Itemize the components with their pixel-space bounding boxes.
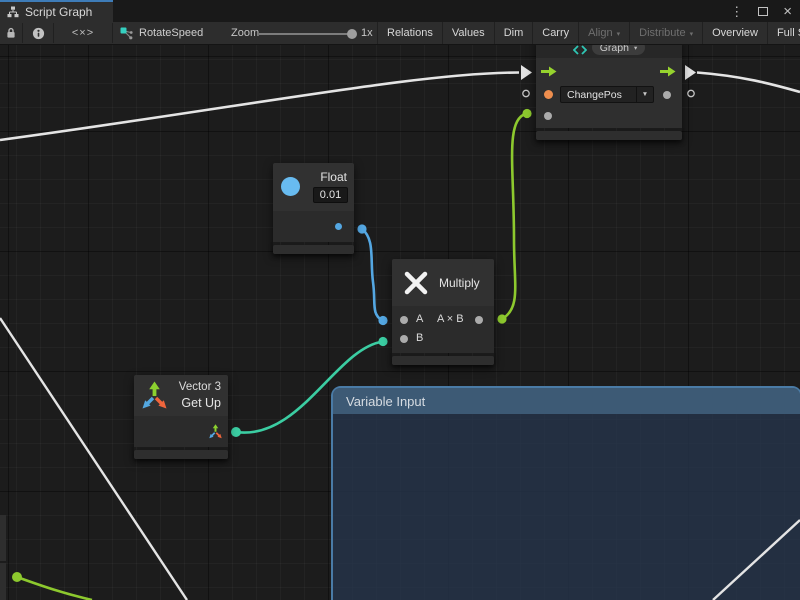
chevron-down-icon: ▾ xyxy=(690,30,694,38)
port-a[interactable] xyxy=(400,316,408,324)
graph-icon xyxy=(120,27,133,40)
wire-teal-vector3-to-multiply xyxy=(236,342,383,433)
overview-button[interactable]: Overview xyxy=(702,22,767,44)
node-multiply[interactable]: Multiply A A × B B xyxy=(392,259,494,365)
node-float[interactable]: Float 0.01 xyxy=(273,163,354,254)
flow-out-arrow-icon[interactable] xyxy=(660,66,676,77)
script-graph-icon xyxy=(573,45,587,55)
node-body xyxy=(273,211,354,242)
script-graph-window: Script Graph ⋮ × <×> xyxy=(0,0,800,600)
node-header: Float 0.01 xyxy=(273,163,354,211)
chevron-down-icon: ▼ xyxy=(636,87,653,102)
node-footer xyxy=(536,131,682,140)
node-header: Graph ▾ xyxy=(536,45,682,58)
node-header: Multiply xyxy=(392,259,494,306)
info-button[interactable] xyxy=(23,22,53,44)
vector3-icon xyxy=(140,381,169,410)
code-view-icon: <×> xyxy=(72,27,94,39)
zoom-value: 1x xyxy=(361,22,373,44)
wire-green-multiply-to-graph xyxy=(502,114,526,320)
code-view-button[interactable]: <×> xyxy=(54,22,112,44)
port-float-output[interactable] xyxy=(335,223,342,230)
lock-button[interactable] xyxy=(0,22,22,44)
carry-button[interactable]: Carry xyxy=(532,22,578,44)
node-title: Float xyxy=(320,170,347,184)
tab-script-graph[interactable]: Script Graph xyxy=(0,0,113,22)
wire-control-out xyxy=(697,73,800,93)
node-subtitle: Get Up xyxy=(181,396,221,410)
node-header: Vector 3 Get Up xyxy=(134,375,228,416)
distribute-button[interactable]: Distribute▾ xyxy=(629,22,702,44)
zoom-slider[interactable] xyxy=(259,33,353,35)
lock-icon xyxy=(5,27,17,39)
window-controls: ⋮ × xyxy=(730,0,792,22)
open-port[interactable] xyxy=(688,90,694,96)
port-out[interactable] xyxy=(475,316,483,324)
graph-canvas[interactable]: Variable Input xyxy=(0,45,800,600)
port-orange[interactable] xyxy=(544,90,553,99)
control-input-triangle[interactable] xyxy=(521,65,532,80)
port-a-label: A xyxy=(416,313,423,325)
float-icon xyxy=(281,177,300,196)
wire-white-diagonal-left xyxy=(0,318,187,600)
open-port[interactable] xyxy=(523,90,529,96)
changepos-dropdown[interactable]: ChangePos ▼ xyxy=(560,86,654,103)
info-icon xyxy=(32,27,45,40)
graph-dropdown-button[interactable]: Graph ▾ xyxy=(592,45,645,55)
node-body xyxy=(134,416,228,447)
port-output-label: A × B xyxy=(437,313,464,325)
wire-end-teal[interactable] xyxy=(378,337,387,346)
wire-end-blue[interactable] xyxy=(378,316,387,325)
zoom-label: Zoom xyxy=(231,22,259,44)
fullscreen-button[interactable]: Full Screen xyxy=(767,22,800,44)
control-output-triangle[interactable] xyxy=(685,65,696,80)
node-footer xyxy=(392,356,494,365)
graph-name-label: RotateSpeed xyxy=(139,27,203,39)
zoom-slider-handle[interactable] xyxy=(347,29,357,39)
more-button[interactable]: ⋮ xyxy=(730,5,743,18)
port-gray[interactable] xyxy=(663,91,671,99)
wire-end-green[interactable] xyxy=(522,109,531,118)
tab-bar: Script Graph ⋮ × xyxy=(0,0,800,22)
node-footer xyxy=(273,245,354,254)
values-button[interactable]: Values xyxy=(442,22,494,44)
node-body: A A × B B xyxy=(392,306,494,353)
edge-node-header[interactable] xyxy=(0,515,6,561)
node-graph-event[interactable]: Graph ▾ ChangePos ▼ xyxy=(536,45,682,140)
wire-end-green[interactable] xyxy=(12,572,22,582)
changepos-value: ChangePos xyxy=(561,89,636,101)
close-button[interactable]: × xyxy=(783,4,792,19)
wire-end-teal[interactable] xyxy=(231,427,241,437)
maximize-button[interactable] xyxy=(758,7,768,16)
align-button[interactable]: Align▾ xyxy=(578,22,629,44)
flow-in-arrow-icon[interactable] xyxy=(541,66,557,77)
wire-end-green[interactable] xyxy=(497,314,506,323)
node-vector3-get-up[interactable]: Vector 3 Get Up xyxy=(134,375,228,459)
node-body: ChangePos ▼ xyxy=(536,58,682,128)
wire-end-blue[interactable] xyxy=(357,224,366,233)
port-vector3-output[interactable] xyxy=(208,424,223,439)
graph-breadcrumb[interactable]: RotateSpeed xyxy=(120,22,203,44)
hierarchy-icon xyxy=(7,6,19,18)
graph-toolbar: <×> RotateSpeed Zoom 1x Relations Values… xyxy=(0,22,800,45)
float-value-field[interactable]: 0.01 xyxy=(313,187,348,203)
port-b-label: B xyxy=(416,332,423,344)
edge-node-body[interactable] xyxy=(0,563,6,600)
port-gray[interactable] xyxy=(544,112,552,120)
dim-button[interactable]: Dim xyxy=(494,22,533,44)
toolbar-buttons: Relations Values Dim Carry Align▾ Distri… xyxy=(377,22,800,44)
chevron-down-icon: ▾ xyxy=(617,30,621,38)
wire-green-bottom-left xyxy=(17,577,92,600)
wire-control-in xyxy=(0,73,519,141)
wire-blue-float-to-multiply xyxy=(362,229,382,321)
node-title: Multiply xyxy=(439,276,480,290)
multiply-icon xyxy=(403,270,429,296)
node-footer xyxy=(134,450,228,459)
relations-button[interactable]: Relations xyxy=(377,22,442,44)
node-title: Vector 3 xyxy=(179,381,221,393)
port-b[interactable] xyxy=(400,335,408,343)
chevron-down-icon: ▾ xyxy=(634,45,637,52)
wire-white-diagonal-right xyxy=(713,520,800,600)
tab-title: Script Graph xyxy=(25,5,92,19)
